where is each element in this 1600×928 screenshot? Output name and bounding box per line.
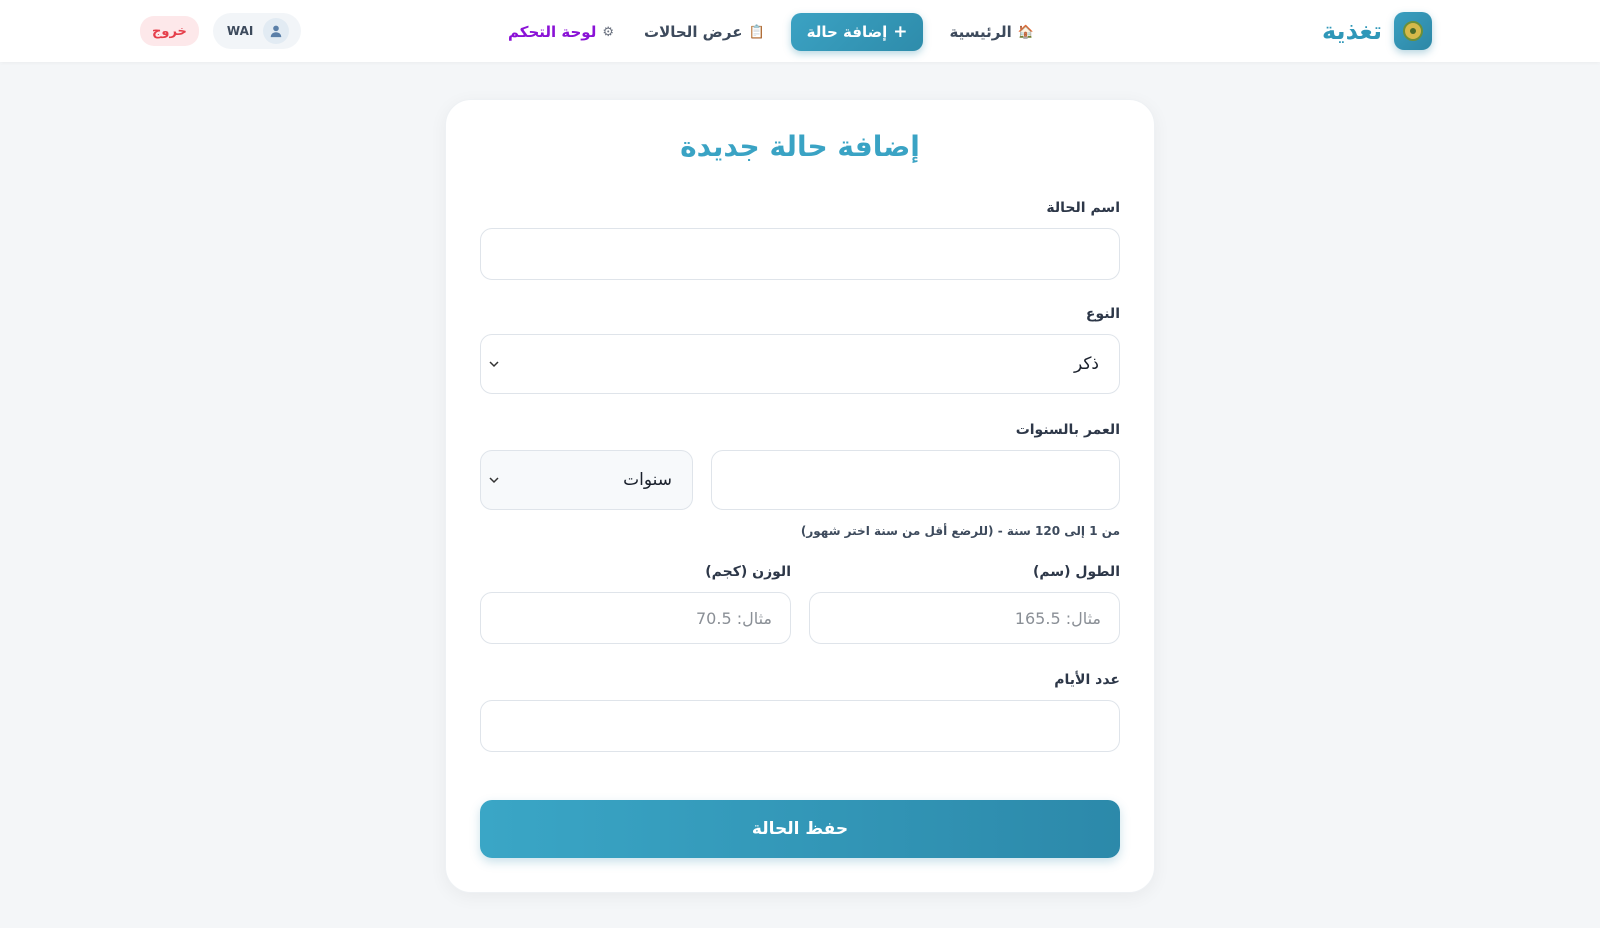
age-input[interactable]	[711, 450, 1120, 510]
nav-links: 🏠 الرئيسية + إضافة حالة 📋 عرض الحالات ⚙ …	[504, 13, 1038, 51]
gender-label: النوع	[1085, 306, 1120, 322]
case-name-input[interactable]	[480, 228, 1120, 280]
top-navbar: تغذية 🏠 الرئيسية + إضافة حالة 📋 عرض الحا…	[0, 0, 1600, 62]
brand[interactable]: تغذية	[1322, 12, 1432, 50]
age-unit-selected-value: سنوات	[623, 470, 672, 490]
nav-add-case[interactable]: + إضافة حالة	[790, 13, 924, 51]
height-label: الطول (سم)	[1032, 564, 1120, 580]
days-label: عدد الأيام	[1054, 672, 1120, 688]
age-unit-select[interactable]: سنوات	[480, 450, 693, 510]
days-input[interactable]	[480, 700, 1120, 752]
nav-add-case-label: إضافة حالة	[806, 23, 888, 41]
age-label: العمر بالسنوات	[1015, 422, 1120, 438]
chevron-down-icon	[489, 361, 499, 368]
home-icon: 🏠	[1017, 24, 1034, 40]
plus-icon: +	[893, 22, 908, 42]
nav-dashboard[interactable]: ⚙ لوحة التحكم	[504, 13, 618, 51]
username: WAI	[226, 24, 254, 38]
chevron-down-icon	[489, 477, 499, 484]
user-avatar-icon	[263, 18, 290, 44]
case-name-label: اسم الحالة	[1046, 200, 1120, 216]
gear-icon: ⚙	[602, 24, 614, 40]
brand-name: تغذية	[1322, 17, 1382, 45]
save-case-button[interactable]: حفظ الحالة	[480, 800, 1120, 858]
clipboard-icon: 📋	[748, 24, 765, 40]
nav-dashboard-label: لوحة التحكم	[507, 23, 597, 41]
logout-button[interactable]: خروج	[140, 16, 199, 46]
nav-view-cases-label: عرض الحالات	[644, 23, 743, 41]
user-menu[interactable]: WAI	[212, 13, 302, 49]
page-title: إضافة حالة جديدة	[680, 130, 920, 163]
nav-view-cases[interactable]: 📋 عرض الحالات	[640, 13, 769, 51]
user-area: WAI خروج	[140, 13, 302, 49]
nav-home-label: الرئيسية	[949, 23, 1012, 41]
weight-label: الوزن (كجم)	[705, 564, 791, 580]
gender-selected-value: ذكر	[1073, 354, 1099, 374]
weight-input[interactable]	[480, 592, 791, 644]
nav-home[interactable]: 🏠 الرئيسية	[945, 13, 1038, 51]
gender-select[interactable]: ذكر	[480, 334, 1120, 394]
height-input[interactable]	[809, 592, 1120, 644]
brand-logo-icon	[1394, 12, 1432, 50]
add-case-card: إضافة حالة جديدة اسم الحالة النوع ذكر ال…	[445, 99, 1155, 893]
age-hint: من 1 إلى 120 سنة - (للرضع أقل من سنة اخت…	[800, 524, 1120, 538]
